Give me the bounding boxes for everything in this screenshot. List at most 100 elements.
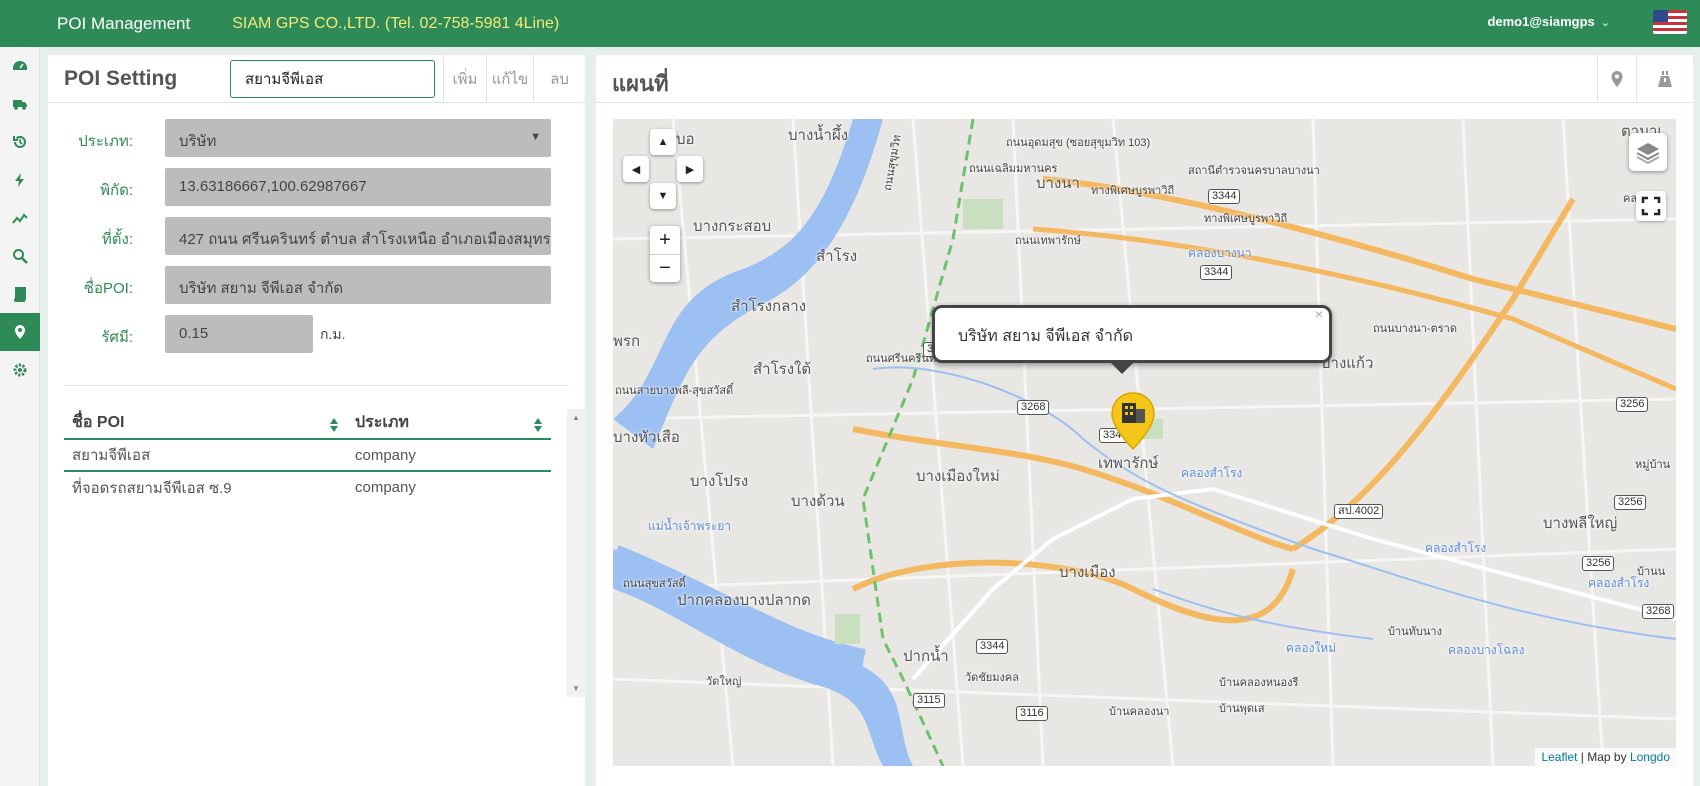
map-label: บางเมือง <box>1059 564 1116 581</box>
map-label: ถนนอุดมสุข (ซอยสุขุมวิท 103) <box>1006 137 1151 149</box>
map-panel-header: แผนที่ <box>596 55 1693 103</box>
road-badge: 3268 <box>1017 400 1050 415</box>
top-bar: POI Management SIAM GPS CO.,LTD. (Tel. 0… <box>0 0 1700 47</box>
history-icon <box>13 135 26 148</box>
leaflet-link[interactable]: Leaflet <box>1541 750 1577 764</box>
sidebar-item-reports[interactable] <box>0 199 40 237</box>
map-label: เทพารักษ์ <box>1098 455 1159 472</box>
road-icon <box>1658 71 1672 87</box>
sidebar <box>0 47 40 786</box>
map-label: ถนนบางนา-ตราด <box>1373 323 1457 335</box>
map-label: ถนนเฉลิมมหานคร <box>969 163 1058 175</box>
column-header-type[interactable]: ประเภท <box>347 407 551 440</box>
map-label: บางพลีใหญ่ <box>1543 515 1618 532</box>
road-badge: 3256 <box>1616 397 1649 412</box>
locate-button[interactable] <box>1597 55 1636 103</box>
map-view[interactable]: บางน้ำผึ้ง ถนนอุดมสุข (ซอยสุขุมวิท 103) … <box>613 119 1676 766</box>
sort-icon <box>534 418 542 432</box>
map-label: บอ <box>676 131 695 148</box>
poi-table: ชื่อ POI ประเภท สยามจีพีเอส company ที่จ… <box>64 407 551 503</box>
map-label: คลองสำโรง <box>1425 541 1487 555</box>
sidebar-item-dashboard[interactable] <box>0 47 40 85</box>
radius-field[interactable]: 0.15 <box>165 315 313 353</box>
map-label: บ้านคลองนา <box>1109 706 1170 718</box>
user-name: demo1@siamgps <box>1487 14 1595 29</box>
map-label: บางโปรง <box>690 473 749 490</box>
poi-search-input[interactable] <box>230 60 435 98</box>
map-label: ปากคลองบางปลากด <box>677 592 811 609</box>
layers-button[interactable] <box>1629 133 1667 171</box>
address-row: ที่ตั้ง: 427 ถนน ศรีนครินทร์ ตำบล สำโรงเ… <box>48 217 585 255</box>
map-label: ถนนสุขสวัสดิ์ <box>623 578 686 590</box>
sidebar-item-vehicles[interactable] <box>0 85 40 123</box>
type-row: ประเภท: บริษัท ▼ <box>48 119 585 157</box>
popup-tip <box>1110 362 1134 374</box>
poi-name-cell: ที่จอดรถสยามจีพีเอส ซ.9 <box>72 479 232 497</box>
type-label: ประเภท: <box>78 133 133 150</box>
road-badge: 3256 <box>1582 556 1615 571</box>
type-value: บริษัท <box>179 133 217 150</box>
longdo-link[interactable]: Longdo <box>1630 750 1670 764</box>
address-field[interactable]: 427 ถนน ศรีนครินทร์ ตำบล สำโรงเหนือ อำเภ… <box>165 217 551 255</box>
zoom-in-button[interactable]: + <box>650 226 680 254</box>
sort-icon <box>330 418 338 432</box>
map-label: ถนนสายบางพลี-สุขสวัสดิ์ <box>615 385 734 397</box>
column-header-name[interactable]: ชื่อ POI <box>64 407 347 440</box>
map-label: บ้านคลองหนองรี <box>1219 677 1299 689</box>
scroll-up-icon[interactable]: ▲ <box>572 413 580 422</box>
caret-down-icon: ▼ <box>530 131 541 143</box>
table-scrollbar[interactable]: ▲ ▼ <box>567 409 585 697</box>
add-button[interactable]: เพิ่ม <box>443 55 486 103</box>
road-badge: 3344 <box>1200 265 1233 280</box>
name-label: ชื่อPOI: <box>83 280 133 297</box>
sidebar-item-manual[interactable] <box>0 275 40 313</box>
map-label: คลองบางโฉลง <box>1448 643 1525 657</box>
delete-button[interactable]: ลบ <box>533 55 585 103</box>
map-marker-icon <box>15 325 25 339</box>
panel-title: POI Setting <box>64 67 178 90</box>
map-label: ปากน้ำ <box>903 648 949 665</box>
map-label: คลองใหม่ <box>1286 641 1337 655</box>
map-label: วัดชัยมงคล <box>965 672 1019 684</box>
fullscreen-button[interactable] <box>1636 191 1666 221</box>
attribution-separator: | Map by <box>1577 750 1630 764</box>
poi-marker[interactable] <box>1108 391 1158 451</box>
name-row: ชื่อPOI: บริษัท สยาม จีพีเอส จำกัด <box>48 266 585 304</box>
map-label: บางหัวเสือ <box>613 429 680 446</box>
map-label: คลองบางนา <box>1188 246 1252 260</box>
sidebar-item-events[interactable] <box>0 161 40 199</box>
map-label: บางน้ำผึ้ง <box>788 127 849 144</box>
table-row[interactable]: สยามจีพีเอส company <box>64 439 551 472</box>
map-pin-icon <box>1611 71 1623 87</box>
sidebar-item-history[interactable] <box>0 123 40 161</box>
road-badge: 3256 <box>1614 495 1647 510</box>
pan-right-button[interactable]: ▶ <box>677 156 703 182</box>
map-label: บางกระสอบ <box>693 218 772 235</box>
road-view-button[interactable] <box>1636 55 1693 103</box>
sidebar-item-poi[interactable] <box>0 313 40 351</box>
map-label: บ้านน <box>1637 566 1666 578</box>
user-menu[interactable]: demo1@siamgps ⌄ <box>1487 14 1610 29</box>
type-select[interactable]: บริษัท ▼ <box>165 119 551 157</box>
map-label: สำโรงกลาง <box>731 298 807 315</box>
us-flag-icon[interactable] <box>1653 10 1687 34</box>
pan-up-button[interactable]: ▲ <box>650 129 676 155</box>
zoom-out-button[interactable]: − <box>650 254 680 282</box>
coord-field[interactable]: 13.63186667,100.62987667 <box>165 168 551 206</box>
map-label: พรก <box>613 333 641 350</box>
poi-name-field[interactable]: บริษัท สยาม จีพีเอส จำกัด <box>165 266 551 304</box>
pan-left-button[interactable]: ◀ <box>623 156 649 182</box>
sidebar-item-search[interactable] <box>0 237 40 275</box>
gear-icon <box>13 363 27 377</box>
table-row[interactable]: ที่จอดรถสยามจีพีเอส ซ.9 company <box>64 471 551 503</box>
map-label: ถนนเทพารักษ์ <box>1015 235 1081 247</box>
edit-button[interactable]: แก้ไข <box>486 55 533 103</box>
radius-unit: ก.ม. <box>320 326 346 342</box>
road-badge: 3344 <box>976 639 1009 654</box>
popup-close-button[interactable]: × <box>1315 306 1323 322</box>
scroll-down-icon[interactable]: ▼ <box>572 684 580 693</box>
pan-down-button[interactable]: ▼ <box>650 183 676 209</box>
bolt-icon <box>15 173 24 187</box>
sidebar-item-settings[interactable] <box>0 351 40 389</box>
map-label: บ้านพุดเส <box>1219 703 1265 715</box>
